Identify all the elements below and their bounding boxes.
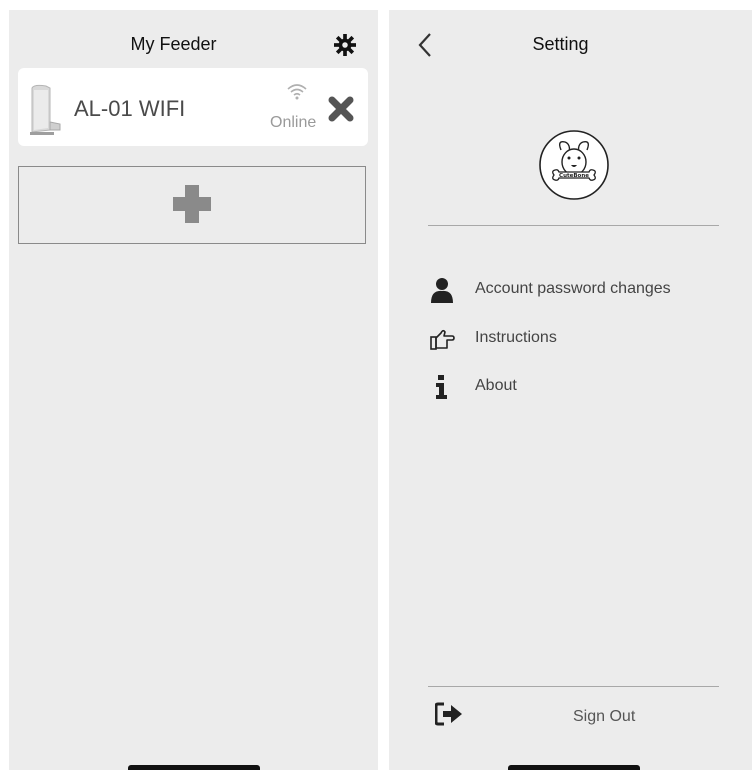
connection-status: Online: [270, 114, 317, 131]
sign-out-icon: [435, 702, 462, 726]
close-icon[interactable]: [328, 96, 354, 122]
gear-icon[interactable]: [334, 34, 356, 56]
setting-screen: Setting CuteBone Account password change…: [389, 10, 752, 770]
menu-item-label: Account password changes: [475, 280, 671, 297]
thumb-pointing-icon: [430, 329, 455, 350]
menu-item-label: Instructions: [475, 329, 557, 346]
add-device-button[interactable]: [18, 166, 366, 244]
home-indicator: [508, 765, 640, 770]
plus-icon: [171, 183, 213, 225]
menu-item-about[interactable]: About: [429, 371, 729, 403]
feeder-device-image: [30, 84, 61, 135]
menu-item-instructions[interactable]: Instructions: [429, 323, 729, 355]
logo-text: CuteBone: [559, 173, 589, 179]
info-icon: [436, 375, 447, 399]
my-feeder-screen: My Feeder AL-01 WIFI Online: [9, 10, 378, 770]
divider: [428, 686, 719, 687]
menu-item-label: About: [475, 377, 517, 394]
user-icon: [431, 278, 453, 303]
device-name: AL-01 WIFI: [74, 96, 186, 121]
page-title: My Feeder: [130, 34, 217, 54]
device-card[interactable]: AL-01 WIFI Online: [18, 68, 368, 146]
sign-out-label: Sign Out: [573, 708, 636, 725]
page-title: Setting: [532, 34, 589, 54]
wifi-icon: [287, 84, 307, 100]
sign-out-button[interactable]: Sign Out: [429, 694, 729, 734]
cutebone-logo: CuteBone: [539, 130, 609, 200]
home-indicator: [128, 765, 260, 770]
menu-item-account-password[interactable]: Account password changes: [429, 274, 729, 306]
divider: [428, 225, 719, 226]
